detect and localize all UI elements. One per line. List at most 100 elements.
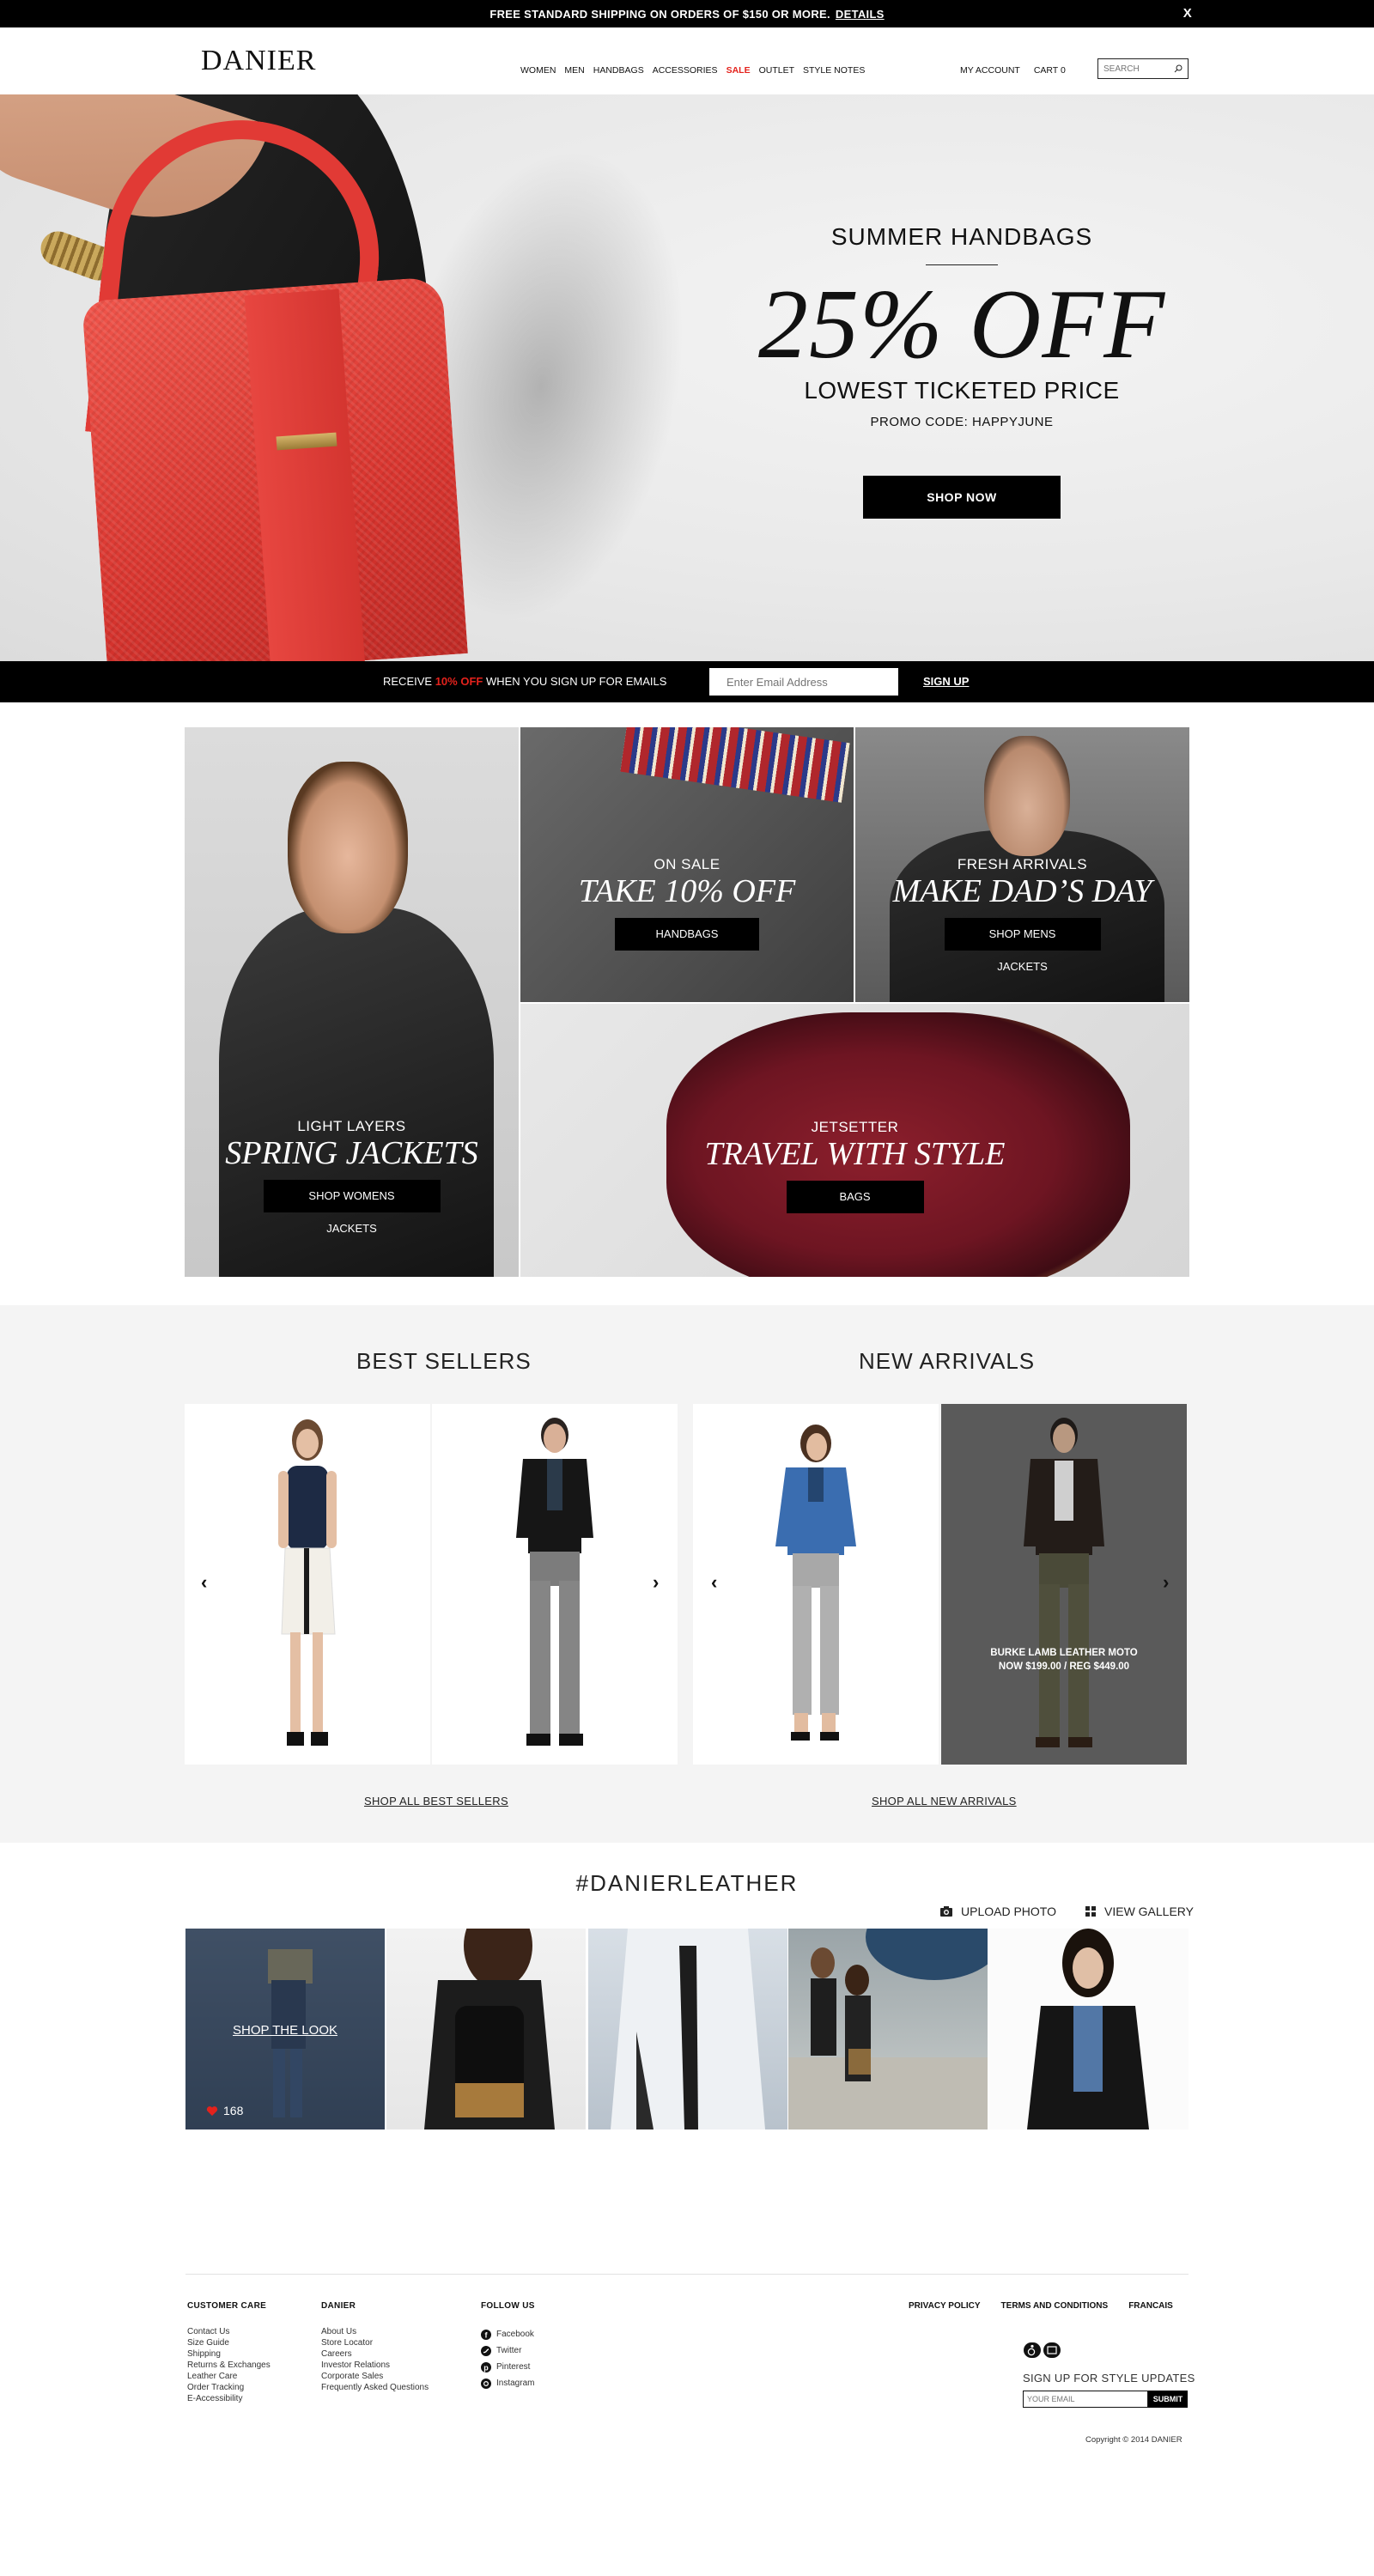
twitter-icon: [481, 2345, 491, 2356]
email-signup-bar: RECEIVE 10% OFF WHEN YOU SIGN UP FOR EMA…: [0, 661, 1374, 702]
promo-big: TRAVEL WITH STYLE: [704, 1136, 1006, 1172]
mens-model-head: [984, 736, 1070, 856]
footer-link[interactable]: Store Locator: [321, 2337, 429, 2348]
heart-icon[interactable]: [206, 2105, 218, 2117]
shop-the-look-link[interactable]: SHOP THE LOOK: [185, 2023, 385, 2038]
promo-travel-bags[interactable]: JETSETTER TRAVEL WITH STYLE BAGS: [520, 1004, 1189, 1277]
social-instagram[interactable]: Instagram: [481, 2375, 535, 2391]
bags-button[interactable]: BAGS: [786, 1181, 924, 1213]
view-gallery-link[interactable]: VIEW GALLERY: [1085, 1905, 1194, 1918]
danier-logo[interactable]: DANIER: [201, 45, 316, 77]
promo-big: MAKE DAD’S DAY: [892, 873, 1152, 909]
footer-email-input[interactable]: [1023, 2391, 1148, 2408]
search-icon[interactable]: [1174, 64, 1182, 73]
upload-photo-link[interactable]: UPLOAD PHOTO: [940, 1905, 1056, 1918]
sign-up-button[interactable]: SIGN UP: [923, 675, 969, 688]
shop-all-best-sellers-link[interactable]: SHOP ALL BEST SELLERS: [364, 1795, 508, 1807]
best-sellers-prev-arrow[interactable]: ‹: [201, 1571, 207, 1594]
promo-dads-day[interactable]: FRESH ARRIVALS MAKE DAD’S DAY SHOP MENS …: [855, 727, 1189, 1002]
social-twitter[interactable]: Twitter: [481, 2342, 535, 2359]
new-arrivals-prev-arrow[interactable]: ‹: [711, 1571, 717, 1594]
product-image-denim-jacket: [775, 1425, 856, 1741]
camera-icon: [940, 1906, 952, 1917]
nav-style-notes[interactable]: STYLE NOTES: [803, 65, 865, 76]
gallery-image-2[interactable]: [386, 1929, 586, 2129]
view-gallery-label: VIEW GALLERY: [1104, 1905, 1195, 1918]
social-label: Instagram: [496, 2379, 535, 2388]
hero-banner: SUMMER HANDBAGS 25% OFF LOWEST TICKETED …: [0, 94, 1374, 661]
terms-link[interactable]: TERMS AND CONDITIONS: [1001, 2301, 1109, 2311]
footer-link[interactable]: Order Tracking: [187, 2382, 271, 2393]
privacy-policy-link[interactable]: PRIVACY POLICY: [909, 2301, 981, 2311]
nav-men[interactable]: MEN: [564, 65, 584, 76]
nav-sale[interactable]: SALE: [727, 65, 751, 76]
gallery-title: #DANIERLEATHER: [575, 1870, 799, 1896]
promo-sale-handbags[interactable]: ON SALE TAKE 10% OFF HANDBAGS: [520, 727, 854, 1002]
nav-women[interactable]: WOMEN: [520, 65, 556, 76]
footer-link[interactable]: E-Accessibility: [187, 2393, 271, 2404]
best-sellers-next-arrow[interactable]: ›: [653, 1571, 659, 1594]
my-account-link[interactable]: MY ACCOUNT: [960, 65, 1020, 76]
likes-count: 168: [223, 2104, 244, 2117]
gallery-image-4[interactable]: [788, 1929, 988, 2129]
handbags-button[interactable]: HANDBAGS: [615, 918, 759, 951]
wheelchair-icon[interactable]: [1024, 2342, 1041, 2358]
promo-caption: LIGHT LAYERS SPRING JACKETS SHOP WOMENS …: [185, 1118, 519, 1236]
francais-link[interactable]: FRANCAIS: [1128, 2301, 1173, 2311]
copyright-text: Copyright © 2014 DANIER: [1085, 2435, 1182, 2445]
pinterest-icon: p: [481, 2361, 491, 2372]
footer-link[interactable]: Careers: [321, 2348, 429, 2360]
svg-text:p: p: [483, 2363, 489, 2372]
email-signup-input[interactable]: [709, 668, 898, 696]
social-pinterest[interactable]: p Pinterest: [481, 2359, 535, 2375]
shipping-details-link[interactable]: DETAILS: [836, 8, 885, 21]
footer-link[interactable]: About Us: [321, 2326, 429, 2337]
shop-all-new-arrivals-link[interactable]: SHOP ALL NEW ARRIVALS: [872, 1795, 1017, 1807]
product-image-burke-moto: [1024, 1418, 1104, 1747]
shop-womens-jackets-button[interactable]: SHOP WOMENS JACKETS: [263, 1180, 441, 1235]
accessibility-icons: [1024, 2342, 1061, 2358]
footer-link[interactable]: Contact Us: [187, 2326, 271, 2337]
footer-link[interactable]: Returns & Exchanges: [187, 2360, 271, 2371]
email-suffix: WHEN YOU SIGN UP FOR EMAILS: [485, 675, 667, 688]
shop-now-button[interactable]: SHOP NOW: [863, 476, 1061, 519]
shop-mens-jackets-button[interactable]: SHOP MENS JACKETS: [944, 918, 1101, 973]
footer-col-title: DANIER: [321, 2301, 356, 2311]
search-input[interactable]: [1103, 64, 1170, 74]
footer-link[interactable]: Leather Care: [187, 2371, 271, 2382]
submit-button[interactable]: SUBMIT: [1148, 2391, 1188, 2408]
new-arrivals-next-arrow[interactable]: ›: [1163, 1571, 1169, 1594]
promo-small: JETSETTER: [811, 1119, 899, 1135]
product-card-best-1[interactable]: [185, 1404, 430, 1765]
footer-link[interactable]: Shipping: [187, 2348, 271, 2360]
nav-outlet[interactable]: OUTLET: [759, 65, 794, 76]
product-image-mens-leather-jacket: [516, 1418, 593, 1746]
product-card-new-1[interactable]: [693, 1404, 939, 1765]
footer-link[interactable]: Size Guide: [187, 2337, 271, 2348]
search-box: [1097, 58, 1189, 79]
shipping-banner-text: FREE STANDARD SHIPPING ON ORDERS OF $150…: [489, 7, 830, 21]
footer-link[interactable]: Frequently Asked Questions: [321, 2382, 429, 2393]
gallery-image-1[interactable]: SHOP THE LOOK 168: [185, 1929, 385, 2129]
product-card-new-2[interactable]: BURKE LAMB LEATHER MOTO NOW $199.00 / RE…: [941, 1404, 1187, 1765]
close-banner-button[interactable]: X: [1183, 6, 1192, 21]
product-card-best-2[interactable]: [432, 1404, 678, 1765]
footer-link[interactable]: Investor Relations: [321, 2360, 429, 2371]
gallery-image-3[interactable]: [588, 1929, 787, 2129]
hero-divider: [926, 264, 998, 265]
promo-spring-jackets[interactable]: LIGHT LAYERS SPRING JACKETS SHOP WOMENS …: [185, 727, 519, 1277]
product-name: BURKE LAMB LEATHER MOTO: [990, 1648, 1138, 1658]
screen-reader-icon[interactable]: [1043, 2342, 1061, 2358]
nav-handbags[interactable]: HANDBAGS: [593, 65, 644, 76]
jacket-model-head: [288, 762, 408, 933]
footer-link[interactable]: Corporate Sales: [321, 2371, 429, 2382]
gallery-image-5[interactable]: [989, 1929, 1189, 2129]
hero-text: SUMMER HANDBAGS 25% OFF LOWEST TICKETED …: [721, 223, 1202, 519]
product-price: NOW $199.00 / REG $449.00: [998, 1662, 1130, 1672]
promo-small: FRESH ARRIVALS: [957, 856, 1088, 872]
gallery-couple-photo: [788, 1929, 988, 2129]
nav-accessories[interactable]: ACCESSORIES: [653, 65, 718, 76]
social-facebook[interactable]: f Facebook: [481, 2326, 535, 2342]
style-updates-heading: SIGN UP FOR STYLE UPDATES: [1023, 2372, 1195, 2385]
cart-link[interactable]: CART 0: [1034, 65, 1066, 76]
